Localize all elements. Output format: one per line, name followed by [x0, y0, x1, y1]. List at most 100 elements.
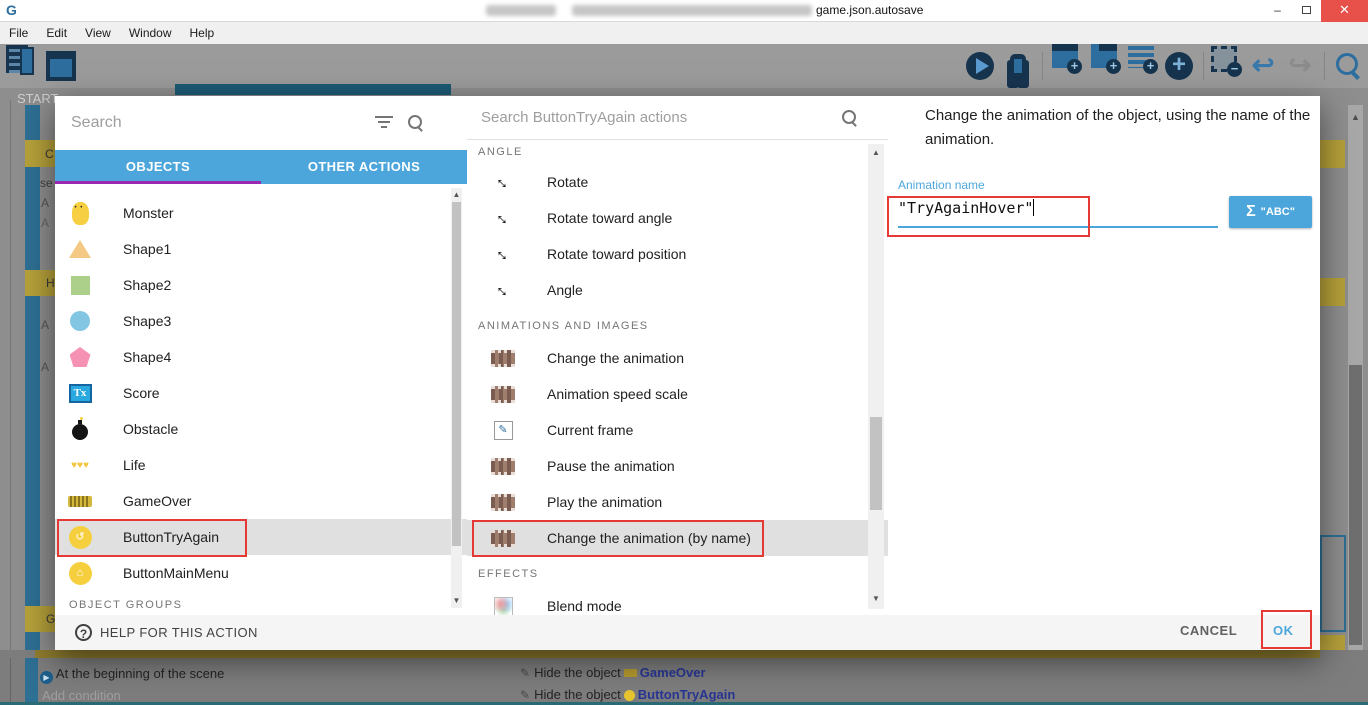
section-header: ANIMATIONS AND IMAGES: [467, 308, 888, 340]
try-again-button-icon: ↺: [67, 524, 93, 550]
animation-icon: [490, 453, 516, 479]
hearts-icon: ♥♥♥: [67, 452, 93, 478]
list-item[interactable]: Obstacle: [55, 411, 467, 447]
objects-scrollbar-thumb[interactable]: [452, 202, 461, 546]
event-highlight-band: [35, 650, 1320, 658]
object-groups-header: OBJECT GROUPS: [55, 591, 467, 611]
expression-editor-button[interactable]: Σ "ABC": [1229, 196, 1312, 228]
list-item-selected[interactable]: Change the animation (by name): [467, 520, 888, 556]
actions-scrollbar[interactable]: [868, 144, 884, 609]
animation-icon: [490, 489, 516, 515]
add-comment-icon[interactable]: [1128, 46, 1154, 68]
app-logo-icon: G: [6, 2, 17, 18]
delete-event-icon[interactable]: [1211, 46, 1237, 72]
help-link[interactable]: HELP FOR THIS ACTION: [100, 625, 258, 640]
list-item[interactable]: Shape4: [55, 339, 467, 375]
search-icon[interactable]: [407, 114, 425, 132]
list-item[interactable]: Change the animation: [467, 340, 888, 376]
list-item[interactable]: ✎ Current frame: [467, 412, 888, 448]
filter-icon[interactable]: [375, 116, 393, 130]
menu-help[interactable]: Help: [181, 22, 224, 44]
tab-other-actions[interactable]: OTHER ACTIONS: [261, 150, 467, 184]
list-item[interactable]: Play the animation: [467, 484, 888, 520]
add-event-icon[interactable]: [1052, 44, 1078, 68]
gameover-mini-icon: [624, 669, 637, 677]
objects-search-input[interactable]: [71, 114, 361, 132]
rotate-icon: ↔: [490, 205, 516, 231]
undo-icon[interactable]: ↩: [1248, 51, 1278, 81]
menu-window[interactable]: Window: [120, 22, 181, 44]
add-circle-icon[interactable]: [1164, 51, 1194, 81]
list-item[interactable]: ♥♥♥ Life: [55, 447, 467, 483]
gameover-sprite-icon: [67, 488, 93, 514]
help-icon[interactable]: ?: [75, 624, 92, 641]
list-item[interactable]: ↔ Rotate toward angle: [467, 200, 888, 236]
ok-button[interactable]: OK: [1273, 623, 1294, 638]
objects-list: Monster Shape1 Shape2 Shape3 Shape4 Tx S…: [55, 184, 467, 615]
monster-icon: [67, 200, 93, 226]
action-icon: ✎: [520, 666, 530, 680]
actions-scrollbar-thumb[interactable]: [870, 417, 882, 510]
list-item[interactable]: Shape3: [55, 303, 467, 339]
section-header: EFFECTS: [467, 556, 888, 588]
maximize-button[interactable]: [1292, 0, 1321, 22]
toolbar-separator: [1203, 52, 1204, 80]
list-item-selected[interactable]: ↺ ButtonTryAgain: [55, 519, 467, 555]
scroll-up-icon: ▲: [1348, 112, 1363, 122]
project-manager-icon[interactable]: [6, 45, 28, 73]
add-subevent-icon[interactable]: [1091, 44, 1117, 68]
list-item[interactable]: ↔ Angle: [467, 272, 888, 308]
blend-mode-icon: [490, 593, 516, 615]
event-fragment: A: [41, 216, 49, 230]
list-item[interactable]: Pause the animation: [467, 448, 888, 484]
scroll-up-icon[interactable]: ▲: [451, 190, 462, 199]
menu-file[interactable]: File: [0, 22, 37, 44]
rotate-icon: ↔: [490, 241, 516, 267]
list-item[interactable]: Blend mode: [467, 588, 888, 615]
list-item[interactable]: ↔ Rotate: [467, 164, 888, 200]
list-item[interactable]: ⌂ ButtonMainMenu: [55, 555, 467, 591]
scene-editor-icon[interactable]: [46, 51, 76, 81]
scroll-down-icon[interactable]: ▼: [451, 596, 462, 605]
object-label: Shape4: [123, 349, 171, 365]
debug-icon[interactable]: [1003, 51, 1033, 81]
triangle-icon: [67, 236, 93, 262]
action-label: Blend mode: [547, 598, 622, 614]
scroll-down-icon[interactable]: ▼: [868, 594, 884, 603]
object-label: Shape1: [123, 241, 171, 257]
list-item[interactable]: GameOver: [55, 483, 467, 519]
tab-objects[interactable]: OBJECTS: [55, 150, 261, 184]
blurred-path-segment: [486, 5, 556, 16]
cancel-button[interactable]: CANCEL: [1180, 623, 1237, 638]
event-tree-line: [10, 658, 11, 702]
object-label: Score: [123, 385, 160, 401]
action-label: Rotate toward position: [547, 246, 686, 262]
tryagain-mini-icon: [624, 690, 635, 701]
actions-search-input[interactable]: [481, 109, 841, 126]
event-fragment: G: [46, 612, 55, 626]
minimize-button[interactable]: –: [1263, 0, 1292, 22]
search-icon[interactable]: [1333, 51, 1363, 81]
list-item[interactable]: Tx Score: [55, 375, 467, 411]
event-fragment: A: [41, 196, 49, 210]
close-button[interactable]: ✕: [1321, 0, 1368, 22]
event-column-bar: [25, 105, 40, 650]
event-object-name: GameOver: [640, 665, 706, 680]
menu-edit[interactable]: Edit: [37, 22, 76, 44]
list-item[interactable]: Monster: [55, 195, 467, 231]
redo-icon[interactable]: ↪: [1285, 51, 1315, 81]
animation-name-input[interactable]: "TryAgainHover": [898, 199, 1034, 217]
bomb-icon: [67, 416, 93, 442]
scroll-up-icon[interactable]: ▲: [868, 148, 884, 157]
search-icon[interactable]: [841, 109, 859, 127]
sigma-icon: Σ: [1246, 203, 1256, 221]
window-title: game.json.autosave: [816, 3, 923, 17]
list-item[interactable]: Animation speed scale: [467, 376, 888, 412]
list-item[interactable]: Shape1: [55, 231, 467, 267]
play-icon[interactable]: [965, 51, 995, 81]
animation-icon: [490, 525, 516, 551]
action-editor-dialog: OBJECTS OTHER ACTIONS Monster Shape1 Sha…: [55, 96, 1320, 650]
list-item[interactable]: ↔ Rotate toward position: [467, 236, 888, 272]
menu-view[interactable]: View: [76, 22, 120, 44]
list-item[interactable]: Shape2: [55, 267, 467, 303]
